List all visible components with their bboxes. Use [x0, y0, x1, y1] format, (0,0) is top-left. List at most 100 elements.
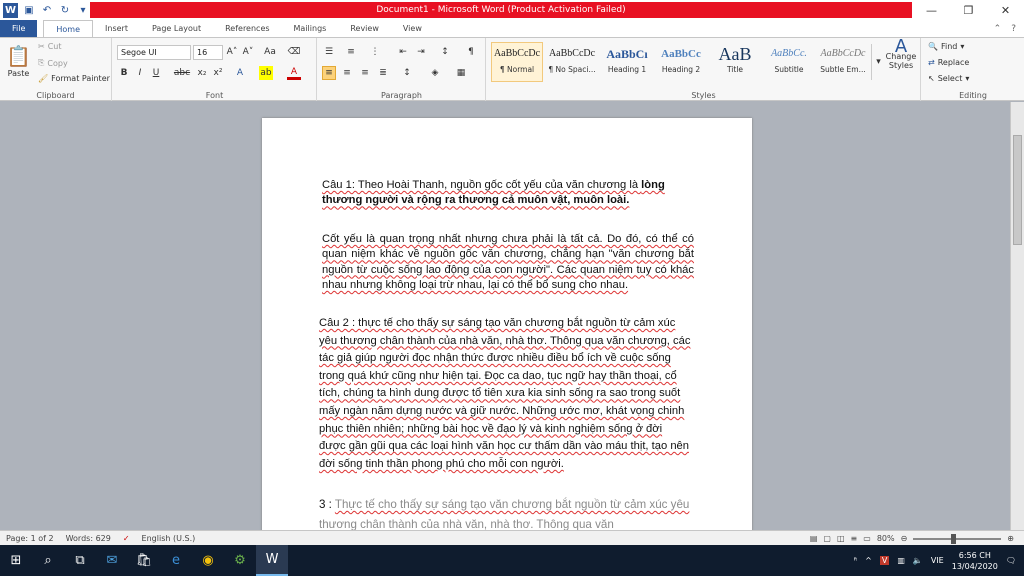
style-subtle-emphasis[interactable]: AaBbCcDc Subtle Em... [817, 42, 869, 82]
superscript-icon[interactable]: x² [211, 66, 225, 80]
store-icon[interactable]: 🛍 [128, 545, 160, 576]
tab-file[interactable]: File [0, 20, 38, 37]
tab-mailings[interactable]: Mailings [282, 20, 339, 37]
cut-button[interactable]: ✂ Cut [38, 42, 62, 51]
tab-page-layout[interactable]: Page Layout [140, 20, 213, 37]
format-painter-button[interactable]: 🖌 Format Painter [38, 74, 110, 83]
antivirus-icon[interactable]: V [879, 556, 890, 565]
paragraph-4[interactable]: 3 : Thực tế cho thấy sự sáng tạo văn chư… [319, 495, 691, 530]
align-center-icon[interactable]: ≡ [340, 66, 354, 80]
full-screen-icon[interactable]: ▢ [823, 534, 831, 543]
undo-icon[interactable]: ↶ [40, 3, 54, 17]
strikethrough-icon[interactable]: abc [174, 66, 190, 80]
paragraph-3[interactable]: Câu 2 : thực tế cho thấy sự sáng tạo văn… [319, 315, 691, 473]
tab-home[interactable]: Home [43, 20, 94, 37]
document-page[interactable]: Câu 1: Theo Hoài Thanh, nguồn gốc cốt yế… [262, 118, 752, 530]
word-count[interactable]: Words: 629 [60, 534, 117, 543]
justify-icon[interactable]: ≣ [376, 66, 390, 80]
proofing-icon[interactable]: ✓ [117, 534, 136, 543]
network-icon[interactable]: ▥ [897, 556, 905, 565]
zoom-slider-knob[interactable] [951, 533, 957, 544]
redo-icon[interactable]: ↻ [58, 3, 72, 17]
edge-icon[interactable]: e [160, 545, 192, 576]
zoom-percent[interactable]: 80% [877, 534, 895, 543]
input-language[interactable]: VIE [931, 556, 944, 565]
decrease-indent-icon[interactable]: ⇤ [396, 45, 410, 59]
outline-icon[interactable]: ≡ [851, 534, 858, 543]
font-name-select[interactable]: Segoe UI [117, 45, 191, 60]
task-view-icon[interactable]: ⧉ [64, 545, 96, 576]
customize-qat-icon[interactable]: ▾ [76, 3, 90, 17]
chrome-icon[interactable]: ◉ [192, 545, 224, 576]
paragraph-2[interactable]: Cốt yếu là quan trọng nhất nhưng chưa ph… [322, 232, 694, 293]
tab-review[interactable]: Review [338, 20, 391, 37]
tab-view[interactable]: View [391, 20, 434, 37]
restore-button[interactable]: ❐ [950, 0, 987, 20]
people-icon[interactable]: ᴿ [854, 556, 858, 565]
replace-button[interactable]: ⇄ Replace [928, 58, 969, 67]
mail-icon[interactable]: ✉ [96, 545, 128, 576]
page-count[interactable]: Page: 1 of 2 [0, 534, 60, 543]
numbering-icon[interactable]: ≡ [344, 45, 358, 59]
bold-icon[interactable]: B [117, 66, 131, 80]
vertical-scrollbar[interactable] [1010, 102, 1024, 530]
paste-button[interactable]: 📋 Paste [6, 44, 31, 78]
multilevel-list-icon[interactable]: ⋮ [368, 45, 382, 59]
minimize-button[interactable]: — [913, 0, 950, 20]
font-size-select[interactable]: 16 [193, 45, 223, 60]
draft-icon[interactable]: ▭ [863, 534, 871, 543]
styles-scroll-icon[interactable]: ▾ [871, 44, 885, 80]
underline-icon[interactable]: U [149, 66, 163, 80]
line-spacing-icon[interactable]: ↕ [400, 66, 414, 80]
style-title[interactable]: AaB Title [709, 42, 761, 82]
style-subtitle[interactable]: AaBbCc. Subtitle [763, 42, 815, 82]
word-taskbar-icon[interactable]: W [256, 545, 288, 576]
align-left-icon[interactable]: ≡ [322, 66, 336, 80]
clear-format-icon[interactable]: ⌫ [287, 45, 301, 59]
notifications-icon[interactable]: 🗨 [1006, 556, 1016, 565]
tab-references[interactable]: References [213, 20, 281, 37]
increase-indent-icon[interactable]: ⇥ [414, 45, 428, 59]
zoom-out-icon[interactable]: ⊖ [901, 534, 908, 543]
tab-insert[interactable]: Insert [93, 20, 140, 37]
style-heading-2[interactable]: AaBbCc Heading 2 [655, 42, 707, 82]
search-icon[interactable]: ⌕ [32, 545, 64, 576]
language-indicator[interactable]: English (U.S.) [136, 534, 202, 543]
change-case-icon[interactable]: Aa [263, 45, 277, 59]
borders-icon[interactable]: ▦ [454, 66, 468, 80]
align-right-icon[interactable]: ≡ [358, 66, 372, 80]
chevron-up-icon[interactable]: ^ [865, 556, 872, 565]
subscript-icon[interactable]: x₂ [195, 66, 209, 80]
italic-icon[interactable]: I [133, 66, 147, 80]
word-logo-icon[interactable]: W [3, 2, 18, 18]
app-icon[interactable]: ⚙ [224, 545, 256, 576]
shrink-font-icon[interactable]: A˅ [241, 45, 255, 59]
bullets-icon[interactable]: ☰ [322, 45, 336, 59]
zoom-slider[interactable] [913, 533, 1002, 544]
start-icon[interactable]: ⊞ [0, 545, 32, 576]
style-normal[interactable]: AaBbCcDc ¶ Normal [491, 42, 543, 82]
find-button[interactable]: 🔍 Find ▾ [928, 42, 964, 51]
save-icon[interactable]: ▣ [22, 3, 36, 17]
show-marks-icon[interactable]: ¶ [464, 45, 478, 59]
scrollbar-thumb[interactable] [1013, 135, 1022, 245]
zoom-in-icon[interactable]: ⊕ [1007, 534, 1014, 543]
shading-icon[interactable]: ◈ [428, 66, 442, 80]
font-color-icon[interactable]: A [287, 66, 301, 80]
style-no-spacing[interactable]: AaBbCcDc ¶ No Spaci... [546, 42, 598, 82]
paragraph-1[interactable]: Câu 1: Theo Hoài Thanh, nguồn gốc cốt yế… [322, 178, 702, 209]
change-styles-button[interactable]: A Change Styles [885, 38, 917, 71]
volume-icon[interactable]: 🔈 [913, 556, 923, 565]
print-layout-icon[interactable]: ▤ [810, 534, 818, 543]
style-heading-1[interactable]: AaBbCı Heading 1 [601, 42, 653, 82]
document-area[interactable]: Câu 1: Theo Hoài Thanh, nguồn gốc cốt yế… [0, 102, 1010, 530]
highlight-icon[interactable]: ab [259, 66, 273, 80]
copy-button[interactable]: ⎘ Copy [38, 58, 68, 68]
minimize-ribbon-icon[interactable]: ⌃ [994, 24, 1002, 34]
grow-font-icon[interactable]: A˄ [225, 45, 239, 59]
sort-icon[interactable]: ↕ [438, 45, 452, 59]
close-button[interactable]: ✕ [987, 0, 1024, 20]
web-layout-icon[interactable]: ◫ [837, 534, 845, 543]
text-effects-icon[interactable]: A [233, 66, 247, 80]
select-button[interactable]: ↖ Select ▾ [928, 74, 969, 83]
